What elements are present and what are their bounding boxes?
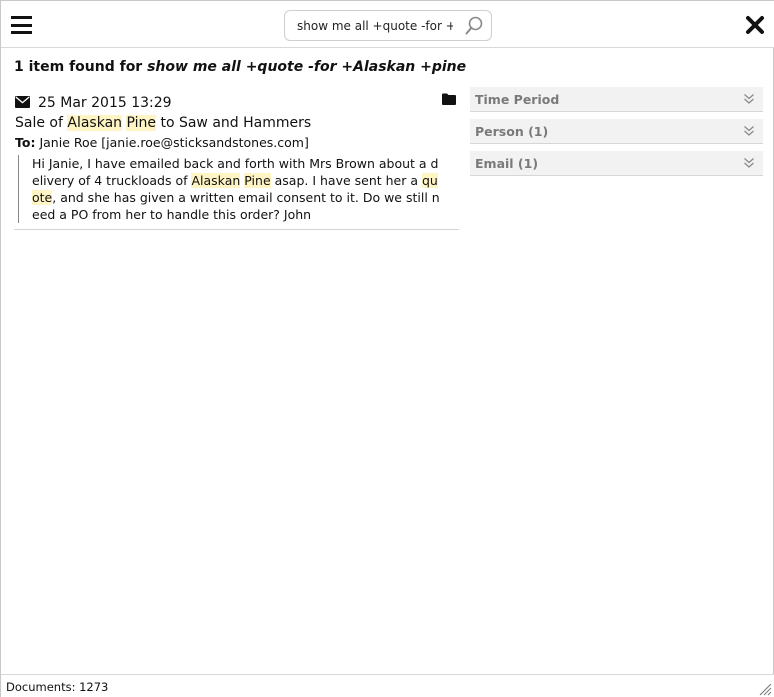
- envelope-icon: [15, 96, 30, 108]
- filter-person[interactable]: Person (1): [470, 119, 763, 144]
- filter-label: Person (1): [475, 124, 549, 139]
- search-input[interactable]: [297, 17, 453, 35]
- filter-time-period[interactable]: Time Period: [470, 87, 763, 112]
- filter-label: Email (1): [475, 156, 539, 171]
- hamburger-menu-icon[interactable]: [11, 16, 32, 34]
- status-bar: Documents: 1273: [1, 674, 774, 697]
- documents-count: Documents: 1273: [6, 680, 109, 694]
- snippet-highlight-alaskan: Alaskan: [191, 173, 241, 188]
- close-x-icon[interactable]: [744, 14, 766, 36]
- resize-grip-icon[interactable]: [758, 682, 772, 696]
- double-chevron-down-icon: [744, 94, 754, 104]
- item-subject[interactable]: Sale of Alaskan Pine to Saw and Hammers: [15, 115, 311, 131]
- to-label: To:: [15, 135, 36, 150]
- app-window: 1 item found for show me all +quote -for…: [0, 0, 774, 697]
- snippet-text-3: , and she has given a written email cons…: [32, 190, 440, 222]
- subject-text-rest: to Saw and Hammers: [156, 115, 312, 131]
- results-count-text: 1 item found for: [14, 59, 143, 75]
- filter-label: Time Period: [475, 92, 560, 107]
- double-chevron-down-icon: [744, 126, 754, 136]
- top-bar: [1, 1, 774, 48]
- double-chevron-down-icon: [744, 158, 754, 168]
- item-date: 25 Mar 2015 13:29: [38, 95, 172, 111]
- folder-icon[interactable]: [442, 93, 456, 105]
- recipient-line: To: Janie Roe [janie.roe@sticksandstones.…: [15, 135, 309, 150]
- result-item[interactable]: 25 Mar 2015 13:29 Sale of Alaskan Pine t…: [14, 91, 459, 230]
- filter-email[interactable]: Email (1): [470, 151, 763, 176]
- results-query: show me all +quote -for +Alaskan +pine: [147, 59, 467, 75]
- magnifier-icon[interactable]: [463, 15, 485, 37]
- snippet-highlight-pine: Pine: [244, 173, 271, 188]
- subject-highlight-alaskan: Alaskan: [67, 115, 123, 131]
- to-value: Janie Roe [janie.roe@sticksandstones.com…: [39, 135, 309, 150]
- message-snippet: Hi Janie, I have emailed back and forth …: [18, 155, 445, 223]
- subject-highlight-pine: Pine: [126, 115, 156, 131]
- search-box[interactable]: [284, 10, 492, 41]
- results-summary: 1 item found for show me all +quote -for…: [14, 59, 466, 75]
- snippet-text-2: asap. I have sent her a: [270, 173, 422, 188]
- subject-text: Sale of: [15, 115, 68, 131]
